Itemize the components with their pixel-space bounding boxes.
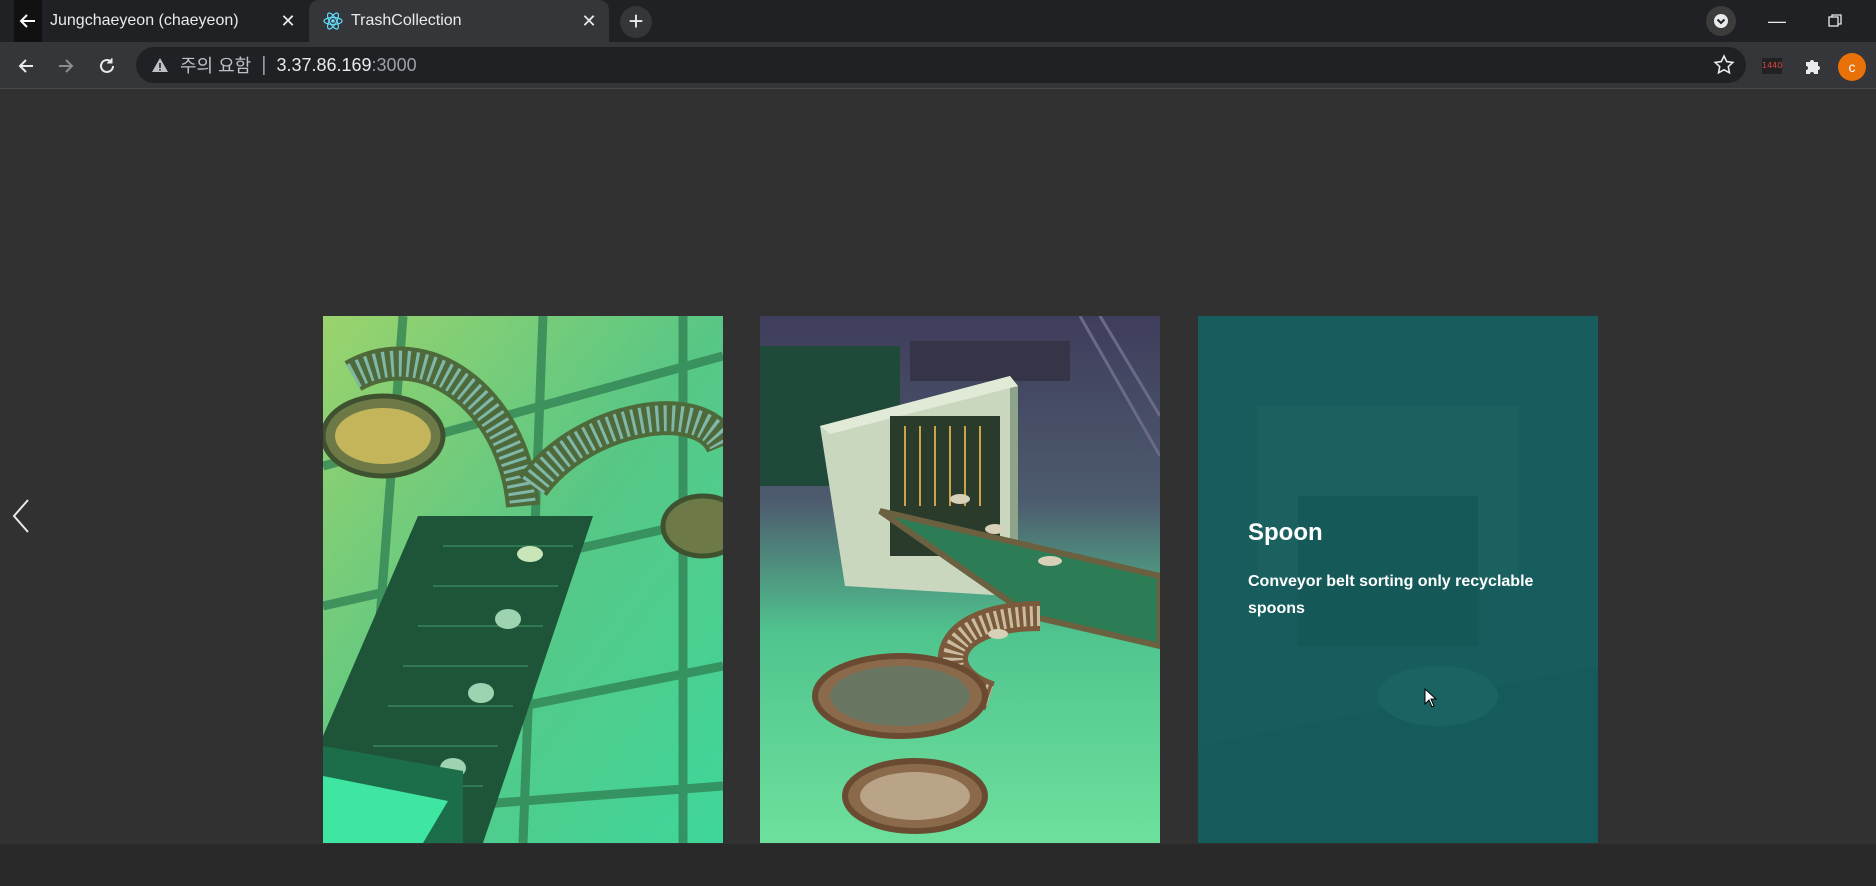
close-icon[interactable]: ✕	[274, 11, 302, 32]
reload-icon	[100, 58, 114, 73]
restore-button[interactable]	[1806, 0, 1864, 42]
chevron-down-icon	[1714, 14, 1728, 28]
address-bar[interactable]: 주의 요함 | 3.37.86.169:3000	[136, 47, 1746, 83]
browser-titlebar: Jungchaeyeon (chaeyeon) ✕ TrashCollectio…	[0, 0, 1876, 42]
extensions-puzzle-icon[interactable]	[1802, 55, 1824, 77]
url-port: :3000	[371, 54, 417, 75]
separator: |	[261, 53, 267, 76]
bookmark-star-icon[interactable]	[1712, 53, 1736, 77]
conveyor-scene-image	[323, 316, 723, 843]
forward-button[interactable]	[50, 50, 82, 82]
carousel-card-1[interactable]	[323, 316, 723, 843]
browser-toolbar: 주의 요함 | 3.37.86.169:3000	[0, 42, 1876, 89]
card-title: Spoon	[1248, 519, 1323, 546]
back-button[interactable]	[10, 50, 42, 82]
scanner-scene-image	[760, 316, 1160, 843]
minimize-button[interactable]: —	[1748, 0, 1806, 42]
card-description: Conveyor belt sorting only recyclable sp…	[1248, 573, 1534, 617]
carousel-card-2[interactable]	[760, 316, 1160, 843]
back-arrow-icon	[18, 59, 33, 73]
security-label[interactable]: 주의 요함	[180, 52, 251, 78]
back-arrow-icon[interactable]	[14, 0, 42, 42]
carousel-prev-chevron-icon[interactable]	[6, 496, 36, 536]
reload-button[interactable]	[91, 50, 123, 82]
react-icon	[323, 12, 343, 30]
tab-label: TrashCollection	[351, 12, 462, 29]
tab-jungchaeyeon[interactable]: Jungchaeyeon (chaeyeon) ✕	[0, 0, 308, 42]
bottom-band	[0, 844, 1876, 886]
tab-trashcollection[interactable]: TrashCollection ✕	[309, 0, 609, 42]
profile-avatar[interactable]: c	[1838, 53, 1866, 81]
tab-label: Jungchaeyeon (chaeyeon)	[50, 12, 239, 29]
close-icon[interactable]: ✕	[575, 11, 603, 32]
carousel-card-spoon[interactable]: Spoon Conveyor belt sorting only recycla…	[1198, 316, 1598, 843]
tab-search-button[interactable]	[1706, 6, 1736, 36]
mouse-cursor-icon	[1424, 688, 1438, 708]
extension-1440-icon[interactable]: 1440	[1762, 58, 1782, 74]
new-tab-button[interactable]: +	[620, 6, 652, 38]
warning-icon	[152, 58, 168, 72]
forward-arrow-icon	[59, 59, 74, 73]
url-host: 3.37.86.169	[276, 54, 372, 75]
